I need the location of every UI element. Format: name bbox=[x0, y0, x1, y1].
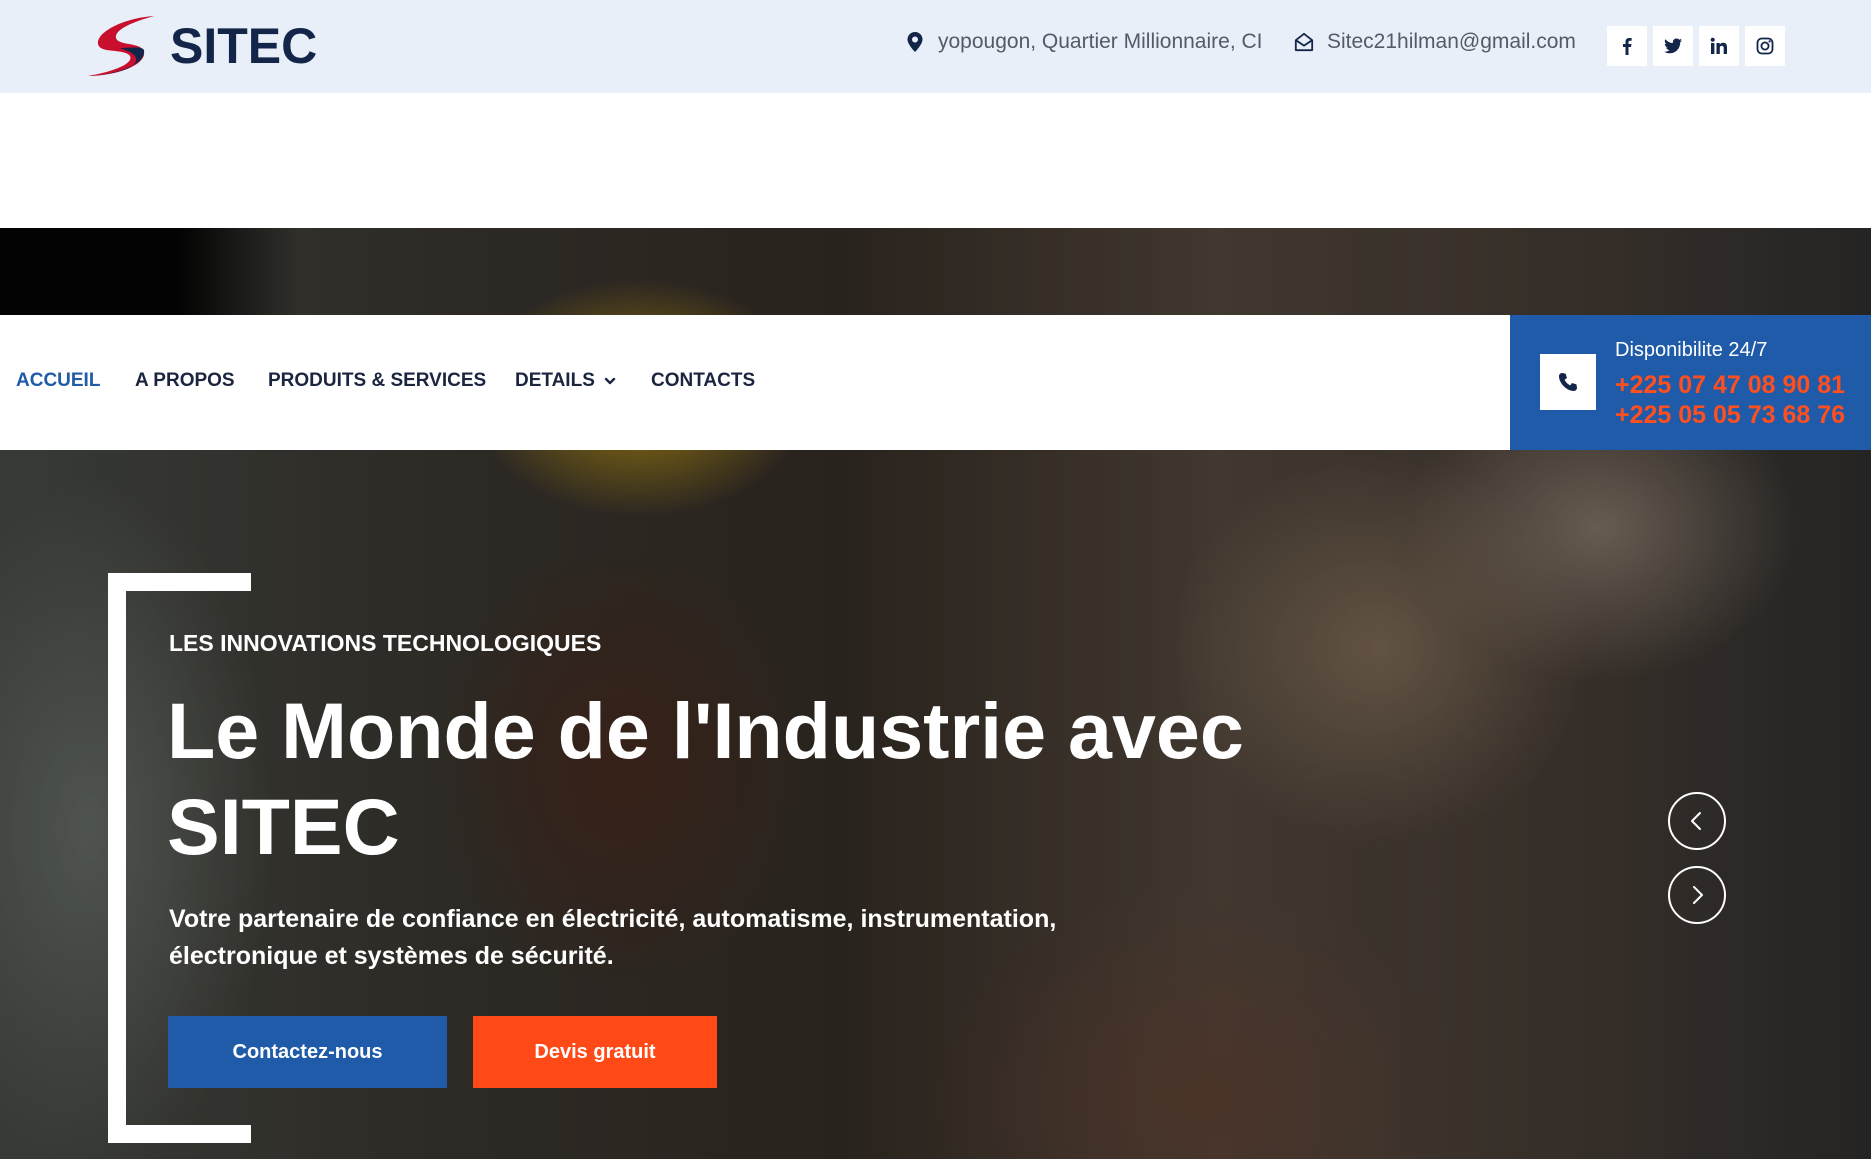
nav-item-a-propos[interactable]: A PROPOS bbox=[135, 370, 235, 392]
envelope-icon bbox=[1294, 32, 1314, 52]
frame-bracket-bottom bbox=[108, 1125, 251, 1143]
brand-name: SITEC bbox=[170, 18, 318, 74]
phone-badge bbox=[1540, 354, 1596, 410]
top-bar: SITEC yopougon, Quartier Millionnaire, C… bbox=[0, 0, 1871, 93]
hero-eyebrow: LES INNOVATIONS TECHNOLOGIQUES bbox=[169, 630, 602, 656]
frame-bracket-top bbox=[108, 573, 251, 591]
twitter-icon bbox=[1664, 38, 1682, 54]
chevron-left-icon bbox=[1691, 812, 1701, 830]
nav-item-details[interactable]: DETAILS bbox=[515, 370, 617, 392]
nav-item-accueil[interactable]: ACCUEIL bbox=[16, 370, 100, 392]
header-spacer bbox=[0, 93, 1871, 228]
social-links bbox=[1607, 26, 1785, 66]
contact-us-button[interactable]: Contactez-nous bbox=[168, 1016, 447, 1088]
email-text[interactable]: Sitec21hilman@gmail.com bbox=[1327, 30, 1576, 54]
hero-subtitle: Votre partenaire de confiance en électri… bbox=[169, 905, 1057, 970]
nav-item-contacts[interactable]: CONTACTS bbox=[651, 370, 755, 392]
linkedin-icon bbox=[1710, 37, 1727, 54]
sitec-logo-mark-icon bbox=[88, 16, 154, 76]
logo[interactable]: SITEC bbox=[84, 14, 317, 78]
phone-icon bbox=[1559, 373, 1577, 391]
facebook-link[interactable] bbox=[1607, 26, 1647, 66]
facebook-icon bbox=[1623, 38, 1632, 55]
chevron-right-icon bbox=[1693, 886, 1703, 904]
address-text: yopougon, Quartier Millionnaire, CI bbox=[938, 30, 1263, 53]
instagram-icon bbox=[1756, 37, 1774, 55]
frame-bracket bbox=[108, 573, 126, 1143]
hero-title: Le Monde de l'Industrie avec SITEC bbox=[167, 686, 1244, 871]
slider-next-button[interactable] bbox=[1668, 866, 1726, 924]
email-info[interactable]: Sitec21hilman@gmail.com bbox=[1294, 30, 1576, 54]
main-navigation: ACCUEIL A PROPOS PRODUITS & SERVICES DET… bbox=[0, 315, 1510, 450]
nav-item-produits-services[interactable]: PRODUITS & SERVICES bbox=[268, 370, 486, 392]
twitter-link[interactable] bbox=[1653, 26, 1693, 66]
free-quote-button[interactable]: Devis gratuit bbox=[473, 1016, 717, 1088]
phone-number-1[interactable]: +225 07 47 08 90 81 bbox=[1615, 371, 1845, 400]
nav-item-details-label: DETAILS bbox=[515, 370, 595, 391]
slider-prev-button[interactable] bbox=[1668, 792, 1726, 850]
address-info: yopougon, Quartier Millionnaire, CI bbox=[905, 30, 1263, 54]
instagram-link[interactable] bbox=[1745, 26, 1785, 66]
phone-number-2[interactable]: +225 05 05 73 68 76 bbox=[1615, 401, 1845, 430]
linkedin-link[interactable] bbox=[1699, 26, 1739, 66]
call-box: Disponibilite 24/7 +225 07 47 08 90 81 +… bbox=[1510, 315, 1871, 450]
chevron-down-icon bbox=[604, 377, 616, 385]
location-pin-icon bbox=[907, 32, 923, 52]
availability-label: Disponibilite 24/7 bbox=[1615, 339, 1768, 361]
